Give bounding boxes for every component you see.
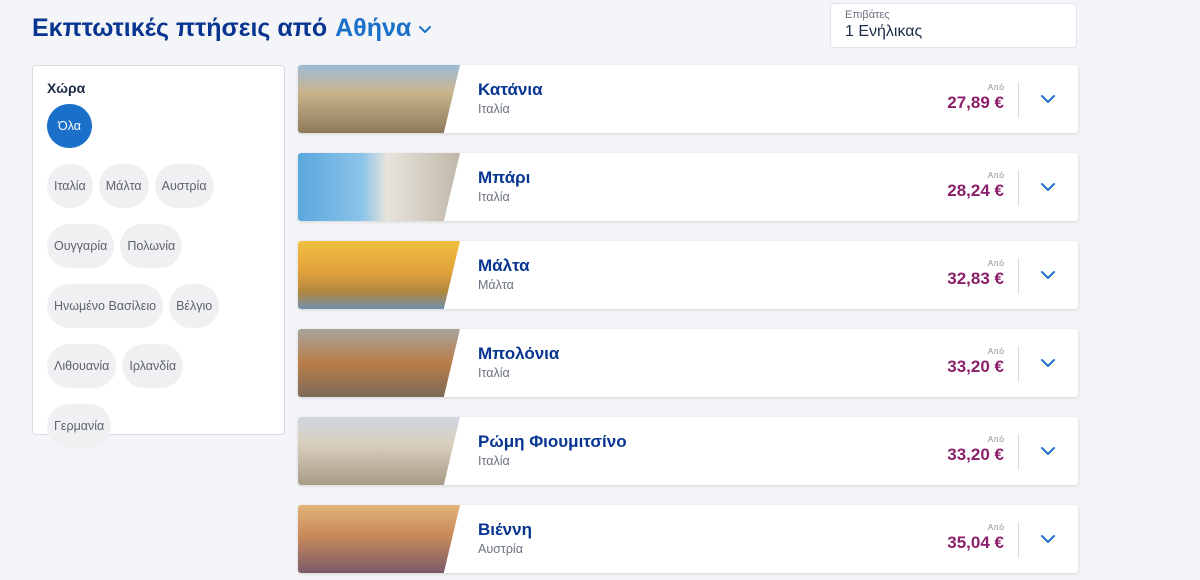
price: 33,20 €	[947, 357, 1004, 376]
destination-city: Μάλτα	[478, 256, 530, 275]
price: 35,04 €	[947, 533, 1004, 552]
page: Εκπτωτικές πτήσεις από Αθήνα Επιβάτες 1 …	[0, 0, 1200, 580]
divider	[1018, 434, 1019, 470]
page-title-prefix: Εκπτωτικές πτήσεις από	[32, 14, 328, 42]
destination-image	[298, 65, 460, 133]
chevron-down-icon[interactable]	[1038, 265, 1058, 285]
destination-city: Κατάνια	[478, 80, 543, 99]
chip-belgium[interactable]: Βέλγιο	[169, 284, 220, 328]
flight-card[interactable]: Ρώμη Φιουμιτσίνο Ιταλία Από 33,20 €	[298, 417, 1078, 485]
chip-italy[interactable]: Ιταλία	[47, 164, 93, 208]
destination-image	[298, 329, 460, 397]
destination-city: Μπολόνια	[478, 344, 560, 363]
chip-united-kingdom[interactable]: Ηνωμένο Βασίλειο	[47, 284, 164, 328]
chip-hungary[interactable]: Ουγγαρία	[47, 224, 115, 268]
origin-selector[interactable]: Αθήνα	[335, 14, 411, 43]
page-title: Εκπτωτικές πτήσεις από Αθήνα	[32, 14, 433, 43]
passengers-label: Επιβάτες	[845, 9, 890, 21]
passengers-value: 1 Ενήλικας	[845, 23, 923, 40]
price-from-label: Από	[987, 258, 1004, 268]
price: 27,89 €	[947, 93, 1004, 112]
destination-country: Ιταλία	[478, 190, 510, 204]
destination-country: Μάλτα	[478, 278, 514, 292]
price-from-label: Από	[987, 82, 1004, 92]
chevron-down-icon[interactable]	[1038, 89, 1058, 109]
chip-lithuania[interactable]: Λιθουανία	[47, 344, 117, 388]
chevron-down-icon[interactable]	[1038, 529, 1058, 549]
price-from-label: Από	[987, 522, 1004, 532]
divider	[1018, 170, 1019, 206]
chip-malta[interactable]: Μάλτα	[98, 164, 149, 208]
price-from-label: Από	[987, 346, 1004, 356]
chip-poland[interactable]: Πολωνία	[120, 224, 183, 268]
chevron-down-icon[interactable]	[1038, 441, 1058, 461]
country-filter-title: Χώρα	[47, 80, 86, 96]
price-from-label: Από	[987, 434, 1004, 444]
price-from-label: Από	[987, 170, 1004, 180]
destination-city: Βιέννη	[478, 520, 532, 539]
chip-ireland[interactable]: Ιρλανδία	[122, 344, 184, 388]
chevron-down-icon[interactable]	[417, 21, 433, 37]
divider	[1018, 346, 1019, 382]
chip-all[interactable]: Όλα	[47, 104, 92, 148]
chip-austria[interactable]: Αυστρία	[154, 164, 214, 208]
destination-image	[298, 241, 460, 309]
chip-germany[interactable]: Γερμανία	[47, 404, 112, 448]
price: 33,20 €	[947, 445, 1004, 464]
divider	[1018, 258, 1019, 294]
destination-country: Ιταλία	[478, 102, 510, 116]
destination-city: Μπάρι	[478, 168, 531, 187]
destination-image	[298, 153, 460, 221]
destination-image	[298, 417, 460, 485]
destination-country: Ιταλία	[478, 454, 510, 468]
divider	[1018, 82, 1019, 118]
country-chips: Όλα Ιταλία Μάλτα Αυστρία Ουγγαρία Πολωνί…	[47, 104, 269, 448]
flight-card[interactable]: Μπολόνια Ιταλία Από 33,20 €	[298, 329, 1078, 397]
flight-card[interactable]: Κατάνια Ιταλία Από 27,89 €	[298, 65, 1078, 133]
flight-card[interactable]: Βιέννη Αυστρία Από 35,04 €	[298, 505, 1078, 573]
divider	[1018, 522, 1019, 558]
flight-card[interactable]: Μάλτα Μάλτα Από 32,83 €	[298, 241, 1078, 309]
price: 28,24 €	[947, 181, 1004, 200]
destination-city: Ρώμη Φιουμιτσίνο	[478, 432, 627, 451]
flight-list: Κατάνια Ιταλία Από 27,89 € Μπάρι Ιταλία …	[298, 65, 1078, 580]
chevron-down-icon[interactable]	[1038, 177, 1058, 197]
destination-image	[298, 505, 460, 573]
destination-country: Ιταλία	[478, 366, 510, 380]
passengers-field[interactable]: Επιβάτες 1 Ενήλικας	[830, 3, 1077, 48]
flight-card[interactable]: Μπάρι Ιταλία Από 28,24 €	[298, 153, 1078, 221]
chevron-down-icon[interactable]	[1038, 353, 1058, 373]
destination-country: Αυστρία	[478, 542, 523, 556]
price: 32,83 €	[947, 269, 1004, 288]
country-filter: Χώρα Όλα Ιταλία Μάλτα Αυστρία Ουγγαρία Π…	[32, 65, 285, 448]
